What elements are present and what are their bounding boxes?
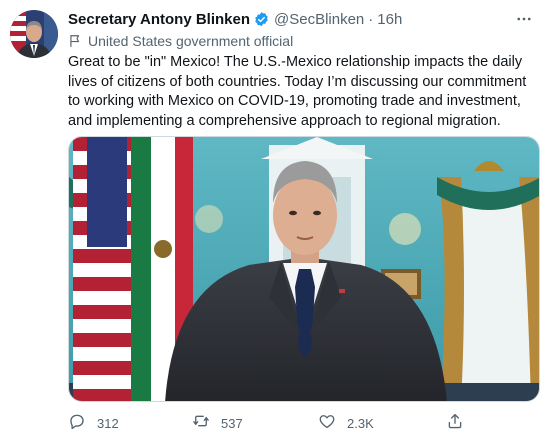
tweet-text: Great to be "in" Mexico! The U.S.-Mexico… xyxy=(68,54,527,129)
author-handle[interactable]: @SecBlinken xyxy=(274,11,364,28)
flag-icon xyxy=(68,34,82,48)
retweet-icon xyxy=(192,412,210,435)
tweet-card[interactable]: Secretary Antony Blinken @SecBlinken · 1… xyxy=(0,0,550,440)
reply-count: 312 xyxy=(97,415,119,431)
tweet-photo[interactable] xyxy=(68,136,540,402)
tweet-actions: 312 537 2.3K xyxy=(68,410,540,436)
like-count: 2.3K xyxy=(347,415,374,431)
avatar[interactable] xyxy=(10,10,58,58)
verified-badge-icon xyxy=(253,11,270,28)
reply-button[interactable]: 312 xyxy=(68,410,119,436)
government-label-text: United States government official xyxy=(88,33,294,49)
retweet-count: 537 xyxy=(221,415,243,431)
share-icon xyxy=(446,412,464,435)
tweet-header: Secretary Antony Blinken @SecBlinken · 1… xyxy=(68,8,538,30)
heart-icon xyxy=(318,412,336,435)
retweet-button[interactable]: 537 xyxy=(192,410,243,436)
reply-icon xyxy=(68,412,86,435)
like-button[interactable]: 2.3K xyxy=(318,410,374,436)
more-options-icon[interactable] xyxy=(512,8,536,30)
author-name[interactable]: Secretary Antony Blinken xyxy=(68,11,250,28)
tweet-timestamp[interactable]: 16h xyxy=(377,11,402,28)
government-label[interactable]: United States government official xyxy=(68,32,293,50)
separator-dot: · xyxy=(368,10,374,28)
share-button[interactable] xyxy=(446,410,464,436)
